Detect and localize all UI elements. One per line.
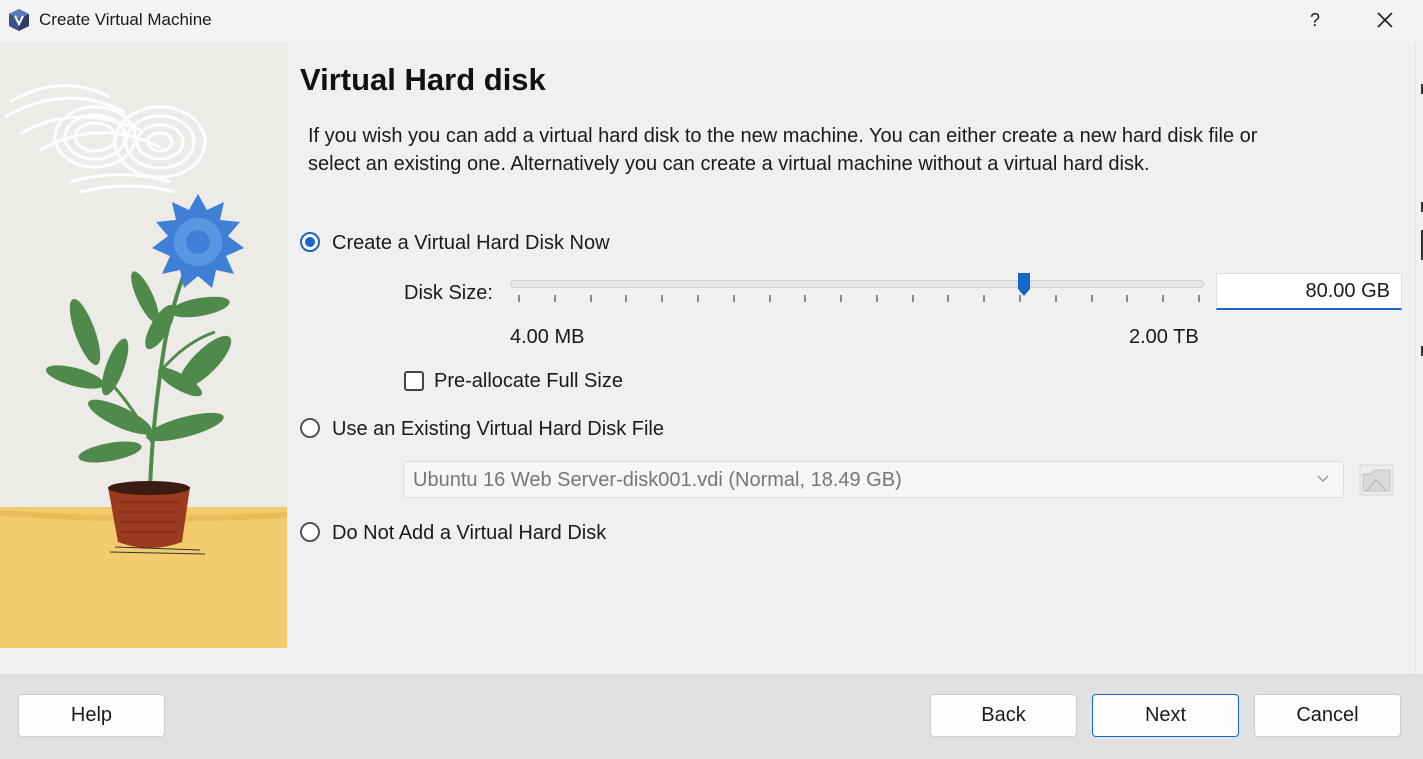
potted-flower-illustration xyxy=(0,42,287,648)
slider-tick xyxy=(768,295,771,302)
radio-no-disk-label[interactable]: Do Not Add a Virtual Hard Disk xyxy=(332,522,606,545)
slider-tick xyxy=(1054,295,1057,302)
button-bar: Help Back Next Cancel xyxy=(0,674,1423,759)
radio-no-disk[interactable] xyxy=(300,522,320,542)
slider-tick xyxy=(625,295,628,302)
window-title: Create Virtual Machine xyxy=(39,10,212,29)
slider-tick xyxy=(983,295,986,302)
slider-tick xyxy=(661,295,664,302)
slider-tick xyxy=(1162,295,1165,302)
title-bar: Create Virtual Machine ? xyxy=(0,0,1423,42)
close-icon[interactable] xyxy=(1370,6,1400,34)
disk-size-input[interactable]: 80.00 GB xyxy=(1216,273,1402,310)
disk-size-slider-ticks xyxy=(518,295,1200,303)
disk-size-max-label: 2.00 TB xyxy=(1129,326,1199,348)
slider-tick xyxy=(804,295,807,302)
slider-tick xyxy=(875,295,878,302)
slider-tick xyxy=(696,295,699,302)
slider-tick xyxy=(1198,295,1200,302)
chevron-down-icon xyxy=(1317,475,1329,482)
slider-tick xyxy=(553,295,556,302)
slider-tick xyxy=(1126,295,1129,302)
disk-size-slider-handle[interactable] xyxy=(1017,272,1031,297)
help-title-button[interactable]: ? xyxy=(1300,6,1330,34)
disk-size-label: Disk Size: xyxy=(404,282,493,304)
existing-disk-select-value: Ubuntu 16 Web Server-disk001.vdi (Normal… xyxy=(413,469,902,491)
disk-size-slider[interactable] xyxy=(510,280,1204,288)
page-title: Virtual Hard disk xyxy=(300,62,546,97)
virtualbox-cube-icon xyxy=(9,9,29,31)
back-button[interactable]: Back xyxy=(930,694,1077,737)
cancel-button[interactable]: Cancel xyxy=(1254,694,1401,737)
radio-use-existing-disk[interactable] xyxy=(300,418,320,438)
existing-disk-select[interactable]: Ubuntu 16 Web Server-disk001.vdi (Normal… xyxy=(403,461,1344,498)
slider-tick xyxy=(732,295,735,302)
slider-tick xyxy=(589,295,592,302)
slider-tick xyxy=(947,295,950,302)
slider-tick xyxy=(1090,295,1093,302)
preallocate-checkbox[interactable] xyxy=(404,371,424,391)
radio-create-disk-now[interactable] xyxy=(300,232,320,252)
window-edge xyxy=(1415,42,1423,674)
radio-use-existing-disk-label[interactable]: Use an Existing Virtual Hard Disk File xyxy=(332,418,664,441)
radio-create-disk-now-label[interactable]: Create a Virtual Hard Disk Now xyxy=(332,232,610,255)
help-button[interactable]: Help xyxy=(18,694,165,737)
wizard-illustration xyxy=(0,42,287,648)
disk-size-min-label: 4.00 MB xyxy=(510,326,585,348)
preallocate-label[interactable]: Pre-allocate Full Size xyxy=(434,370,623,393)
slider-tick xyxy=(518,295,520,302)
slider-tick xyxy=(911,295,914,302)
folder-icon[interactable] xyxy=(1359,461,1394,498)
slider-tick xyxy=(840,295,843,302)
next-button[interactable]: Next xyxy=(1092,694,1239,737)
page-description: If you wish you can add a virtual hard d… xyxy=(308,125,1258,175)
